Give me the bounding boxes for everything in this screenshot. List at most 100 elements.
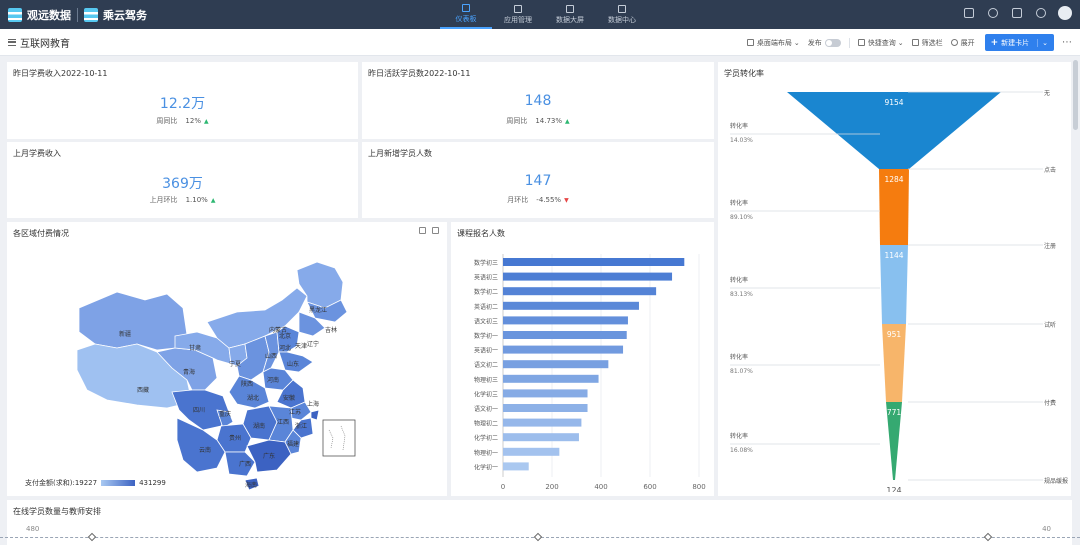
stage-label: 付费	[1044, 399, 1056, 407]
bar[interactable]	[503, 418, 582, 427]
legend-max-label: 431299	[139, 479, 166, 487]
copy-icon[interactable]	[964, 8, 974, 18]
bar[interactable]	[503, 331, 627, 339]
region-label: 宁夏	[229, 360, 241, 368]
chevron-down-icon[interactable]: ⌄	[1037, 38, 1048, 47]
kpi-compare: 周同比 12% ▲	[7, 116, 358, 126]
bar[interactable]	[503, 404, 588, 412]
funnel-value-label: 1144	[884, 251, 903, 260]
logo[interactable]: 观远数据 乘云驾务	[8, 7, 147, 23]
x-tick-label: 800	[692, 483, 705, 491]
new-card-button[interactable]: + 新建卡片 ⌄	[984, 34, 1054, 51]
y-tick-label: 英语初二	[474, 303, 498, 311]
region-label: 黑龙江	[309, 306, 327, 314]
download-icon[interactable]	[432, 227, 439, 234]
expand-button[interactable]: 展开	[950, 38, 975, 48]
bar[interactable]	[503, 462, 529, 471]
region-label: 海南	[245, 481, 257, 489]
bar[interactable]	[503, 258, 685, 266]
share-icon[interactable]	[419, 227, 426, 234]
publish-toggle[interactable]: 发布	[808, 38, 841, 48]
region-label: 天津	[295, 343, 307, 350]
funnel-value-label: 9154	[884, 98, 903, 107]
desktop-icon	[746, 39, 754, 46]
nav-dashboard[interactable]: 仪表板	[440, 0, 492, 29]
bar[interactable]	[503, 301, 639, 310]
region-label: 重庆	[219, 410, 231, 418]
course-enrollment-card: 课程报名人数 0 200 400 600 800 数学初三 英语初三 数学初二 英语初二 语文初三…	[451, 222, 714, 496]
y-tick-label: 语文初三	[474, 317, 498, 325]
plus-icon: +	[990, 37, 999, 48]
legend-min-label: 支付金额(求和):19227	[25, 479, 98, 487]
avatar[interactable]	[1058, 6, 1072, 20]
quick-query-button[interactable]: 快捷查询 ⌄	[857, 38, 904, 48]
bar[interactable]	[503, 374, 599, 383]
region-label: 辽宁	[307, 340, 319, 348]
region-label: 广西	[239, 460, 251, 468]
region-label: 安徽	[283, 394, 295, 402]
region-label: 贵州	[229, 434, 241, 442]
enrollment-bar-chart: 0 200 400 600 800 数学初三英语初三数学初二英语初二语文初三数学初一英语初…	[474, 254, 706, 491]
region-label: 陕西	[241, 380, 253, 388]
bar[interactable]	[503, 447, 560, 456]
more-icon[interactable]: ⋯	[1062, 37, 1072, 48]
region-label: 吉林	[325, 326, 337, 334]
logo-divider	[77, 7, 78, 22]
trend-down-icon: ▼	[564, 197, 569, 204]
conversion-rate: 14.03%	[730, 137, 753, 144]
chevron-down-icon: ⌄	[897, 38, 904, 47]
workspace-name: 乘云驾务	[103, 8, 147, 22]
layout-button[interactable]: 桌面端布局 ⌄	[746, 38, 800, 48]
y-tick-label: 物理初一	[474, 449, 498, 457]
nav-data-screen[interactable]: 数据大屏	[544, 0, 596, 29]
funnel-value-label: 1284	[884, 175, 903, 184]
y-tick-label: 数学初三	[474, 259, 498, 267]
x-tick-label: 400	[594, 483, 607, 491]
help-icon[interactable]	[988, 8, 998, 18]
card-title: 各区域付费情况	[13, 229, 69, 238]
kpi-compare: 周同比 14.73% ▲	[362, 116, 714, 126]
search-icon[interactable]	[1036, 8, 1046, 18]
scrollbar[interactable]	[1073, 60, 1078, 130]
stage-label: 注册	[1044, 242, 1056, 250]
kpi-value: 147	[524, 173, 552, 189]
nav-label: 仪表板	[455, 14, 477, 23]
bar[interactable]	[503, 360, 609, 369]
nav-data-center[interactable]: 数据中心	[596, 0, 648, 29]
kpi-card-last-month-income: 上月学费收入 369万 上月环比 1.10% ▲	[7, 142, 358, 218]
conversion-label: 转化率	[730, 276, 748, 284]
brand-name: 观远数据	[27, 8, 71, 22]
compare-label: 上月环比	[149, 196, 178, 204]
region-label: 河南	[267, 376, 279, 384]
bar[interactable]	[503, 433, 579, 442]
nav-label: 数据大屏	[556, 15, 584, 24]
region-label: 福建	[287, 440, 299, 448]
layout-label: 桌面端布局	[756, 38, 792, 47]
region-label: 江西	[277, 419, 289, 426]
screen-icon	[566, 4, 574, 13]
compare-label: 周同比	[506, 117, 528, 125]
region-label: 甘肃	[189, 344, 201, 352]
compare-label: 月环比	[507, 196, 529, 204]
filter-bar-button[interactable]: 筛选栏	[911, 38, 943, 48]
toggle-switch[interactable]	[824, 38, 841, 47]
kpi-value: 148	[524, 93, 552, 109]
nav-app-management[interactable]: 应用管理	[492, 0, 544, 29]
conversion-label: 转化率	[730, 353, 748, 361]
bar[interactable]	[503, 345, 624, 354]
legend-gradient	[101, 480, 136, 486]
stage-label: 无	[1044, 90, 1050, 97]
kpi-card-yesterday-income: 昨日学费收入2022-10-11 12.2万 周同比 12% ▲	[7, 62, 358, 139]
bar[interactable]	[503, 389, 588, 398]
map-legend: 支付金额(求和):19227 431299	[25, 478, 166, 488]
chevron-down-icon: ⌄	[793, 38, 800, 47]
region-label: 湖北	[247, 394, 259, 402]
grid-menu-icon[interactable]	[1012, 8, 1022, 18]
bar[interactable]	[503, 287, 657, 296]
bar[interactable]	[503, 272, 673, 281]
region-label: 青海	[183, 368, 195, 376]
bar[interactable]	[503, 316, 628, 325]
page-toolbar: 桌面端布局 ⌄ 发布 快捷查询 ⌄ 筛选栏 展开 + 新建卡片 ⌄ ⋯	[739, 34, 1072, 51]
region-label: 上海	[307, 400, 319, 408]
menu-icon[interactable]	[8, 38, 16, 46]
